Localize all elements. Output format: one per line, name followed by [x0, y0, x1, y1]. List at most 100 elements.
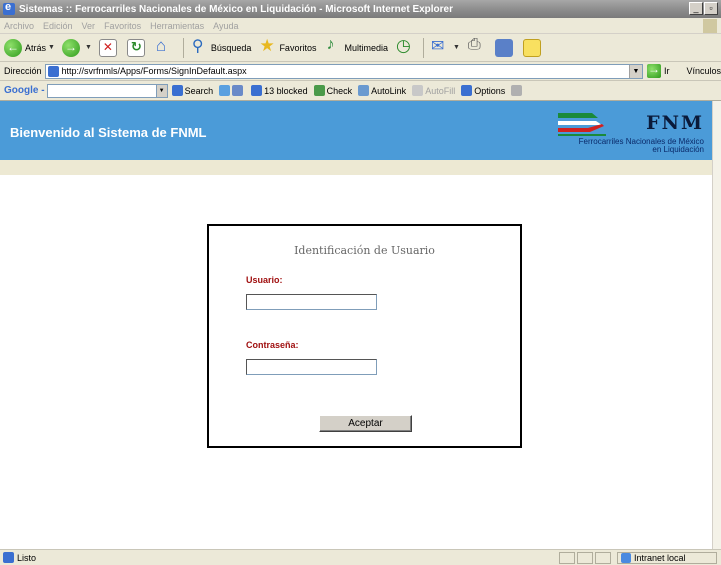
username-label: Usuario: — [246, 275, 283, 285]
status-pane — [559, 552, 575, 564]
search-label: Búsqueda — [210, 42, 252, 53]
ie-icon — [3, 1, 15, 15]
forward-arrow-icon — [61, 38, 80, 57]
history-button[interactable] — [395, 36, 416, 57]
google-search-icon — [171, 85, 183, 96]
toolbar-separator — [182, 37, 184, 58]
print-icon — [467, 36, 485, 57]
autofill-label: AutoFill — [425, 85, 456, 96]
menu-bar: Archivo Edición Ver Favoritos Herramient… — [0, 18, 721, 34]
address-field[interactable]: http://svrfnmls/Apps/Forms/SignInDefault… — [44, 63, 643, 79]
autofill-icon — [412, 85, 424, 96]
forward-dropdown-icon[interactable]: ▼ — [85, 44, 92, 51]
mail-button[interactable]: ▼ — [430, 36, 460, 57]
google-search-input[interactable] — [46, 83, 157, 98]
search-icon — [190, 36, 208, 57]
fnm-logo: FNM Ferrocarriles Nacionales de México e… — [544, 107, 704, 154]
page-status-icon — [3, 552, 14, 563]
home-button[interactable] — [155, 36, 176, 57]
media-button[interactable]: Multimedia — [323, 36, 388, 57]
google-logo[interactable]: Google - — [4, 85, 45, 96]
intranet-icon — [621, 553, 631, 563]
media-label: Multimedia — [344, 42, 388, 53]
window-title: Sistemas :: Ferrocarriles Nacionales de … — [19, 3, 454, 15]
go-button[interactable]: Ir — [646, 62, 669, 78]
google-toolbar: Google - ▼ Search 13 blocked Check AutoL… — [0, 81, 721, 101]
favorites-button[interactable]: Favoritos — [258, 36, 317, 57]
window-controls: _ ▫ — [689, 2, 718, 15]
favorites-label: Favoritos — [279, 42, 317, 53]
back-arrow-icon — [4, 38, 22, 57]
back-button[interactable]: Atrás ▼ — [4, 38, 55, 57]
google-search-dropdown-icon[interactable]: ▼ — [156, 83, 168, 98]
address-dropdown-icon[interactable]: ▼ — [628, 64, 642, 78]
header-title: Bienvenido al Sistema de FNML — [10, 125, 207, 140]
spellcheck-button[interactable]: Check — [313, 85, 352, 96]
options-icon — [461, 85, 473, 96]
accept-button[interactable]: Aceptar — [319, 415, 412, 432]
password-input[interactable] — [246, 359, 377, 375]
vertical-scrollbar[interactable] — [712, 101, 721, 549]
menu-edicion[interactable]: Edición — [43, 21, 73, 31]
page-header: Bienvenido al Sistema de FNML FNM Ferroc… — [0, 101, 712, 160]
mail-icon — [430, 36, 448, 57]
home-icon — [155, 36, 173, 57]
menu-favoritos[interactable]: Favoritos — [104, 21, 141, 31]
mail-dropdown-icon[interactable]: ▼ — [453, 44, 460, 51]
media-icon — [323, 36, 341, 57]
back-dropdown-icon[interactable]: ▼ — [48, 44, 55, 51]
star-icon — [258, 36, 276, 57]
back-label: Atrás — [25, 42, 47, 53]
autolink-label: AutoLink — [371, 85, 407, 96]
blocked-count: 13 blocked — [264, 85, 308, 96]
logo-stripes-icon — [558, 111, 608, 140]
menu-ver[interactable]: Ver — [82, 21, 96, 31]
forward-button[interactable]: ▼ — [61, 38, 92, 57]
logo-subtitle-2: en Liquidación — [652, 145, 704, 154]
links-button[interactable]: Vínculos — [686, 66, 721, 76]
edit-icon — [494, 38, 513, 57]
address-url[interactable]: http://svrfnmls/Apps/Forms/SignInDefault… — [62, 66, 629, 76]
zone-label: Intranet local — [634, 553, 686, 563]
security-zone: Intranet local — [617, 552, 717, 564]
google-search-label: Search — [184, 85, 214, 96]
popup-blocker[interactable]: 13 blocked — [251, 85, 308, 96]
windows-logo-icon — [703, 19, 717, 33]
pencil-button[interactable] — [511, 85, 524, 96]
maximize-button[interactable]: ▫ — [704, 2, 718, 15]
standard-toolbar: Atrás ▼ ▼ Búsqueda Favoritos Multimedia … — [0, 34, 721, 62]
status-pane — [577, 552, 593, 564]
go-arrow-icon — [646, 62, 661, 78]
rail-stripes-icon — [558, 113, 606, 136]
page-content: Bienvenido al Sistema de FNML FNM Ferroc… — [0, 101, 712, 549]
username-input[interactable] — [246, 294, 377, 310]
page-icon — [47, 65, 59, 77]
autolink-button[interactable]: AutoLink — [358, 85, 406, 96]
popup-blocker-icon — [251, 85, 263, 96]
stop-icon — [98, 38, 117, 57]
history-icon — [395, 36, 413, 57]
refresh-button[interactable] — [126, 38, 148, 57]
globe-icon — [219, 85, 231, 96]
minimize-button[interactable]: _ — [689, 2, 703, 15]
options-button[interactable]: Options — [461, 85, 505, 96]
note-icon — [522, 38, 541, 57]
menu-herramientas[interactable]: Herramientas — [150, 21, 204, 31]
highlight-icon — [232, 85, 244, 96]
menu-ayuda[interactable]: Ayuda — [213, 21, 238, 31]
autofill-button[interactable]: AutoFill — [412, 85, 455, 96]
status-pane — [595, 552, 611, 564]
fnm-logo-text: FNM — [646, 112, 704, 134]
edit-button[interactable] — [494, 38, 516, 57]
toolbar-separator — [422, 37, 424, 58]
print-button[interactable] — [467, 36, 488, 57]
google-search-button[interactable]: Search — [171, 85, 214, 96]
stop-button[interactable] — [98, 38, 120, 57]
search-button[interactable]: Búsqueda — [190, 36, 252, 57]
status-panes — [559, 552, 611, 564]
messenger-button[interactable] — [522, 38, 544, 57]
refresh-icon — [126, 38, 145, 57]
google-pagerank[interactable] — [219, 85, 245, 96]
address-label: Dirección — [4, 66, 42, 76]
menu-archivo[interactable]: Archivo — [4, 21, 34, 31]
